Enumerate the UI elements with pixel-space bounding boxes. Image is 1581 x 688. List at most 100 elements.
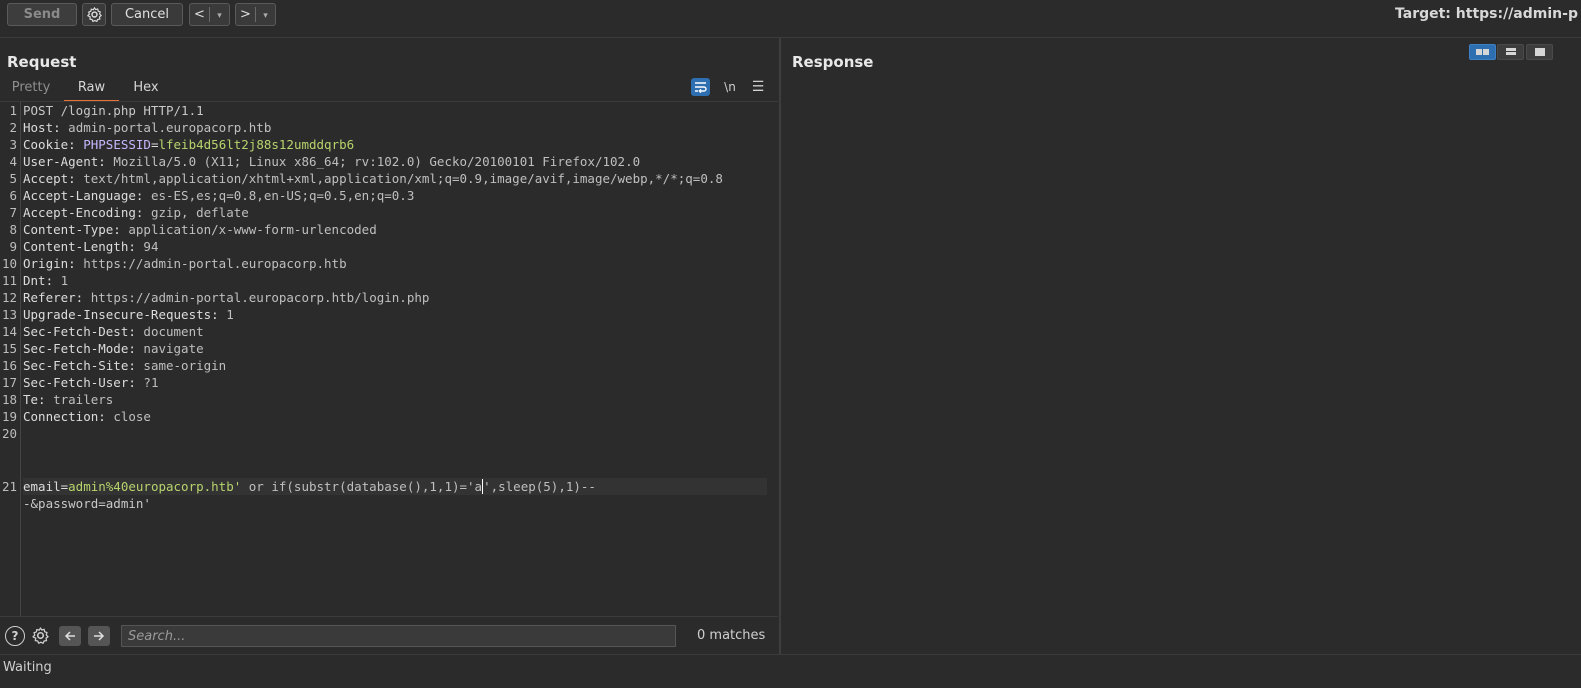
header-value: 1 — [53, 273, 69, 288]
line-number: 6 — [9, 188, 17, 203]
header-value: admin-portal.europacorp.htb — [60, 120, 272, 135]
status-bar: Waiting — [0, 654, 1581, 688]
layout-stacked-button[interactable] — [1497, 44, 1524, 60]
header-name: Content-Length: — [23, 239, 136, 254]
header-name: Accept-Language: — [23, 188, 144, 203]
back-button[interactable]: < ▾ — [189, 3, 230, 26]
status-text: Waiting — [3, 660, 52, 675]
header-name: Host: — [23, 120, 61, 135]
request-line[interactable]: User-Agent: Mozilla/5.0 (X11; Linux x86_… — [23, 153, 640, 170]
request-line[interactable]: Origin: https://admin-portal.europacorp.… — [23, 255, 347, 272]
request-line[interactable]: Te: trailers — [23, 391, 113, 408]
target-label[interactable]: Target: https://admin-p — [1395, 6, 1581, 22]
request-line[interactable]: Accept-Encoding: gzip, deflate — [23, 204, 249, 221]
search-input[interactable] — [121, 625, 676, 647]
request-line[interactable]: Sec-Fetch-Site: same-origin — [23, 357, 226, 374]
header-value: document — [135, 324, 204, 339]
word-wrap-icon[interactable] — [691, 78, 710, 96]
previous-match-button[interactable] — [59, 626, 81, 646]
header-value: https://admin-portal.europacorp.htb — [75, 256, 347, 271]
line-number: 19 — [1, 409, 17, 424]
tab-hex[interactable]: Hex — [121, 78, 171, 100]
line-number: 15 — [1, 341, 17, 356]
arrow-left-icon — [64, 631, 75, 641]
header-name: Accept-Encoding: — [23, 205, 144, 220]
header-name: Connection: — [23, 409, 106, 424]
tab-pretty[interactable]: Pretty — [0, 78, 62, 100]
header-name: Dnt: — [23, 273, 54, 288]
line-number: 12 — [1, 290, 17, 305]
line-number: 4 — [9, 154, 17, 169]
body-param-value: admin%40europacorp.htb' — [68, 479, 242, 494]
header-value: same-origin — [135, 358, 227, 373]
request-line[interactable]: Referer: https://admin-portal.europacorp… — [23, 289, 429, 306]
request-line[interactable]: Accept: text/html,application/xhtml+xml,… — [23, 170, 723, 187]
header-name: User-Agent: — [23, 154, 106, 169]
header-value: text/html,application/xhtml+xml,applicat… — [75, 171, 723, 186]
response-title: Response — [792, 53, 874, 71]
line-number: 13 — [1, 307, 17, 322]
chevron-down-icon[interactable]: ▾ — [210, 6, 229, 27]
forward-arrow-icon: > — [240, 7, 251, 22]
help-icon[interactable]: ? — [5, 626, 25, 646]
header-name: Te: — [23, 392, 46, 407]
header-value: es-ES,es;q=0.8,en-US;q=0.5,en;q=0.3 — [143, 188, 415, 203]
request-line[interactable]: Content-Type: application/x-www-form-url… — [23, 221, 377, 238]
request-line[interactable]: Sec-Fetch-User: ?1 — [23, 374, 158, 391]
header-value: close — [105, 409, 151, 424]
request-line[interactable]: POST /login.php HTTP/1.1 — [23, 102, 204, 119]
forward-button[interactable]: > ▾ — [235, 3, 276, 26]
request-line[interactable]: Content-Length: 94 — [23, 238, 158, 255]
header-name: Sec-Fetch-Site: — [23, 358, 136, 373]
request-title: Request — [7, 53, 77, 71]
back-arrow-icon: < — [194, 7, 205, 22]
request-editor[interactable]: 1 POST /login.php HTTP/1.1 2 Host: admin-po… — [0, 102, 778, 616]
line-number: 8 — [9, 222, 17, 237]
menu-icon[interactable]: ☰ — [750, 78, 766, 96]
header-name: Sec-Fetch-User: — [23, 375, 136, 390]
line-number: 5 — [9, 171, 17, 186]
line-number: 11 — [1, 273, 17, 288]
line-number: 16 — [1, 358, 17, 373]
request-line[interactable]: Cookie: PHPSESSID=lfeib4d56lt2j88s12umdd… — [23, 136, 354, 153]
cookie-value: lfeib4d56lt2j88s12umddqrb6 — [158, 137, 355, 152]
chevron-down-icon[interactable]: ▾ — [256, 6, 275, 27]
tab-raw[interactable]: Raw — [64, 78, 119, 102]
request-line[interactable]: Sec-Fetch-Mode: navigate — [23, 340, 204, 357]
line-number: 17 — [1, 375, 17, 390]
body-param: email= — [23, 479, 69, 494]
header-name: Sec-Fetch-Mode: — [23, 341, 136, 356]
match-count: 0 matches — [697, 628, 766, 643]
newline-icon[interactable]: \n — [721, 78, 739, 96]
request-line[interactable]: Host: admin-portal.europacorp.htb — [23, 119, 271, 136]
request-line[interactable]: Dnt: 1 — [23, 272, 68, 289]
request-body-line[interactable]: email=admin%40europacorp.htb' or if(subs… — [23, 478, 767, 495]
settings-button[interactable] — [82, 3, 106, 26]
gear-icon — [31, 627, 49, 644]
search-bar: ? 0 matches — [0, 616, 778, 655]
search-settings-button[interactable] — [30, 626, 50, 646]
body-injection: or if(substr(database(),1,1)='a — [241, 479, 483, 494]
header-value: ?1 — [135, 375, 159, 390]
request-line[interactable]: Upgrade-Insecure-Requests: 1 — [23, 306, 234, 323]
header-value: https://admin-portal.europacorp.htb/logi… — [83, 290, 430, 305]
line-number: 20 — [1, 426, 17, 441]
header-value: trailers — [45, 392, 114, 407]
request-line[interactable]: Connection: close — [23, 408, 151, 425]
next-match-button[interactable] — [88, 626, 110, 646]
request-line[interactable]: Accept-Language: es-ES,es;q=0.8,en-US;q=… — [23, 187, 414, 204]
request-pane: Request Pretty Raw Hex \n ☰ 1 POST /login… — [0, 38, 779, 654]
send-button[interactable]: Send — [7, 3, 77, 26]
header-name: Content-Type: — [23, 222, 121, 237]
request-body-wrap[interactable]: -&password=admin' — [23, 495, 151, 512]
layout-single-button[interactable] — [1526, 44, 1553, 60]
line-number: 7 — [9, 205, 17, 220]
cancel-button[interactable]: Cancel — [111, 3, 183, 26]
toolbar: Send Cancel < ▾ > ▾ Target: https://admin-… — [0, 0, 1581, 38]
header-value: gzip, deflate — [143, 205, 249, 220]
line-number: 1 — [9, 103, 17, 118]
request-line[interactable]: Sec-Fetch-Dest: document — [23, 323, 204, 340]
layout-side-by-side-button[interactable] — [1469, 44, 1496, 60]
cookie-name: PHPSESSID — [75, 137, 151, 152]
header-name: Cookie: — [23, 137, 76, 152]
